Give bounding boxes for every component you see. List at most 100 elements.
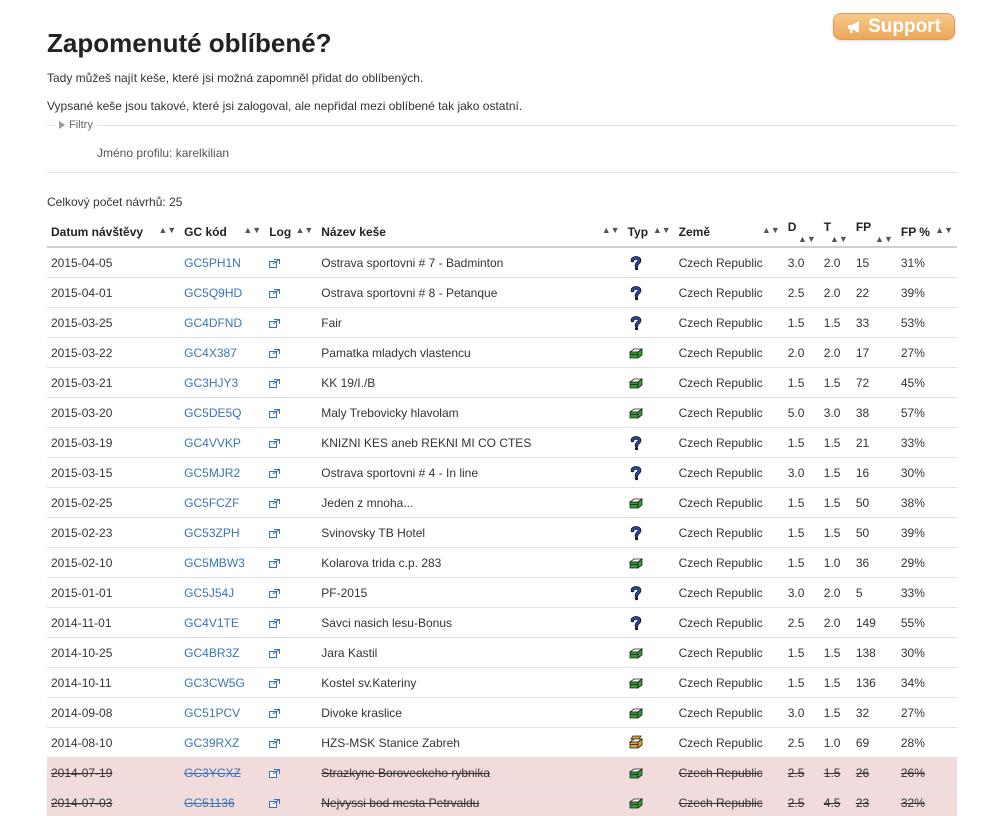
- cell-date: 2015-03-15: [47, 457, 181, 488]
- cell-gc-code-link[interactable]: GC53ZPH: [180, 517, 266, 548]
- cell-fp-percent: 33%: [896, 577, 957, 608]
- table-row: 2015-03-22 GC4X387 Pamatka mladych vlasten…: [47, 337, 957, 368]
- cell-gc-code-link[interactable]: GC3YCXZ: [180, 757, 266, 788]
- cell-country: Czech Republic: [674, 277, 784, 308]
- log-link[interactable]: [265, 367, 318, 398]
- cell-country: Czech Republic: [674, 247, 784, 278]
- cell-gc-code-link[interactable]: GC5J54J: [180, 577, 266, 608]
- cell-date: 2015-02-25: [47, 487, 181, 518]
- log-link[interactable]: [265, 757, 318, 788]
- header-d[interactable]: D ▲▼: [783, 218, 820, 248]
- log-link[interactable]: [265, 247, 318, 278]
- cell-difficulty: 2.0: [783, 337, 820, 368]
- header-date[interactable]: Datum návštěvy ▲▼: [47, 218, 181, 248]
- cell-date: 2015-03-22: [47, 337, 181, 368]
- cell-gc-code-link[interactable]: GC5MBW3: [180, 547, 266, 578]
- cell-difficulty: 2.5: [783, 607, 820, 638]
- cell-terrain: 1.5: [819, 367, 852, 398]
- cell-gc-code-link[interactable]: GC5Q9HD: [180, 277, 266, 308]
- cell-fp: 15: [851, 247, 897, 278]
- cell-difficulty: 1.5: [783, 487, 820, 518]
- cell-gc-code-link[interactable]: GC4V1TE: [180, 607, 266, 638]
- cell-country: Czech Republic: [674, 607, 784, 638]
- cell-gc-code-link[interactable]: GC51PCV: [180, 697, 266, 728]
- header-fp-percent[interactable]: FP % ▲▼: [896, 218, 957, 248]
- header-type[interactable]: Typ ▲▼: [623, 218, 675, 248]
- filters-toggle[interactable]: Filtry: [55, 119, 97, 131]
- log-link[interactable]: [265, 667, 318, 698]
- expand-triangle-icon: [59, 121, 65, 129]
- header-fp[interactable]: FP ▲▼: [851, 218, 897, 248]
- cell-type: [623, 787, 675, 816]
- cell-gc-code-link[interactable]: GC4X387: [180, 337, 266, 368]
- cell-type: [623, 727, 675, 758]
- page-title: Zapomenuté oblíbené?: [47, 28, 332, 58]
- cell-gc-code-link[interactable]: GC5DE5Q: [180, 397, 266, 428]
- cell-gc-code-link[interactable]: GC39RXZ: [180, 727, 266, 758]
- header-gc[interactable]: GC kód ▲▼: [180, 218, 266, 248]
- cell-date: 2015-03-19: [47, 427, 181, 458]
- cell-terrain: 1.5: [819, 697, 852, 728]
- log-link[interactable]: [265, 427, 318, 458]
- cell-cache-name: Pamatka mladych vlastencu: [317, 337, 624, 368]
- sort-icon: ▲▼: [243, 225, 262, 235]
- cell-difficulty: 1.5: [783, 307, 820, 338]
- log-link[interactable]: [265, 787, 318, 816]
- cell-gc-code-link[interactable]: GC5PH1N: [180, 247, 266, 278]
- traditional-cache-icon: [628, 645, 644, 659]
- log-link[interactable]: [265, 517, 318, 548]
- cell-cache-name: Fair: [317, 307, 624, 338]
- traditional-cache-icon: [628, 765, 644, 779]
- cell-gc-code-link[interactable]: GC4BR3Z: [180, 637, 266, 668]
- cell-cache-name: Ostrava sportovni # 4 - In line: [317, 457, 624, 488]
- cell-fp-percent: 39%: [896, 277, 957, 308]
- cell-date: 2015-03-21: [47, 367, 181, 398]
- cell-gc-code-link[interactable]: GC51136: [180, 787, 266, 816]
- sort-icon: ▲▼: [652, 225, 671, 235]
- cell-gc-code-link[interactable]: GC5MJR2: [180, 457, 266, 488]
- cell-fp-percent: 45%: [896, 367, 957, 398]
- log-link[interactable]: [265, 397, 318, 428]
- mystery-cache-icon: [628, 585, 644, 600]
- cell-fp-percent: 57%: [896, 397, 957, 428]
- log-link[interactable]: [265, 307, 318, 338]
- cell-fp-percent: 30%: [896, 457, 957, 488]
- cell-gc-code-link[interactable]: GC4DFND: [180, 307, 266, 338]
- cell-gc-code-link[interactable]: GC3CW5G: [180, 667, 266, 698]
- log-link[interactable]: [265, 487, 318, 518]
- log-link[interactable]: [265, 607, 318, 638]
- external-link-icon: [269, 376, 281, 390]
- log-link[interactable]: [265, 547, 318, 578]
- support-button[interactable]: Support: [833, 13, 955, 40]
- header-name[interactable]: Název keše ▲▼: [317, 218, 624, 248]
- mystery-cache-icon: [628, 435, 644, 450]
- table-row: 2014-07-03 GC51136 Nejvyssi bod mesta Petr…: [47, 787, 957, 816]
- cell-gc-code-link[interactable]: GC4VVKP: [180, 427, 266, 458]
- log-link[interactable]: [265, 637, 318, 668]
- cell-gc-code-link[interactable]: GC5FCZF: [180, 487, 266, 518]
- cell-fp-percent: 55%: [896, 607, 957, 638]
- cell-fp-percent: 33%: [896, 427, 957, 458]
- log-link[interactable]: [265, 697, 318, 728]
- cell-fp-percent: 39%: [896, 517, 957, 548]
- cell-terrain: 2.0: [819, 247, 852, 278]
- cell-terrain: 1.0: [819, 727, 852, 758]
- log-link[interactable]: [265, 457, 318, 488]
- cell-cache-name: Jeden z mnoha...: [317, 487, 624, 518]
- table-row: 2015-03-21 GC3HJY3 KK 19/I./B Czech Republi…: [47, 367, 957, 398]
- log-link[interactable]: [265, 577, 318, 608]
- header-log[interactable]: Log ▲▼: [265, 218, 318, 248]
- cell-country: Czech Republic: [674, 757, 784, 788]
- description-2: Vypsané keše jsou takové, které jsi zalo…: [47, 99, 523, 113]
- log-link[interactable]: [265, 727, 318, 758]
- header-country[interactable]: Země ▲▼: [674, 218, 784, 248]
- cell-terrain: 2.0: [819, 337, 852, 368]
- table-row: 2015-02-23 GC53ZPH Svinovsky TB Hotel Czech…: [47, 517, 957, 548]
- cell-fp: 138: [851, 637, 897, 668]
- log-link[interactable]: [265, 337, 318, 368]
- header-t[interactable]: T ▲▼: [819, 218, 852, 248]
- cell-gc-code-link[interactable]: GC3HJY3: [180, 367, 266, 398]
- cell-country: Czech Republic: [674, 637, 784, 668]
- log-link[interactable]: [265, 277, 318, 308]
- table-row: 2014-09-08 GC51PCV Divoke kraslice Czech Re…: [47, 697, 957, 728]
